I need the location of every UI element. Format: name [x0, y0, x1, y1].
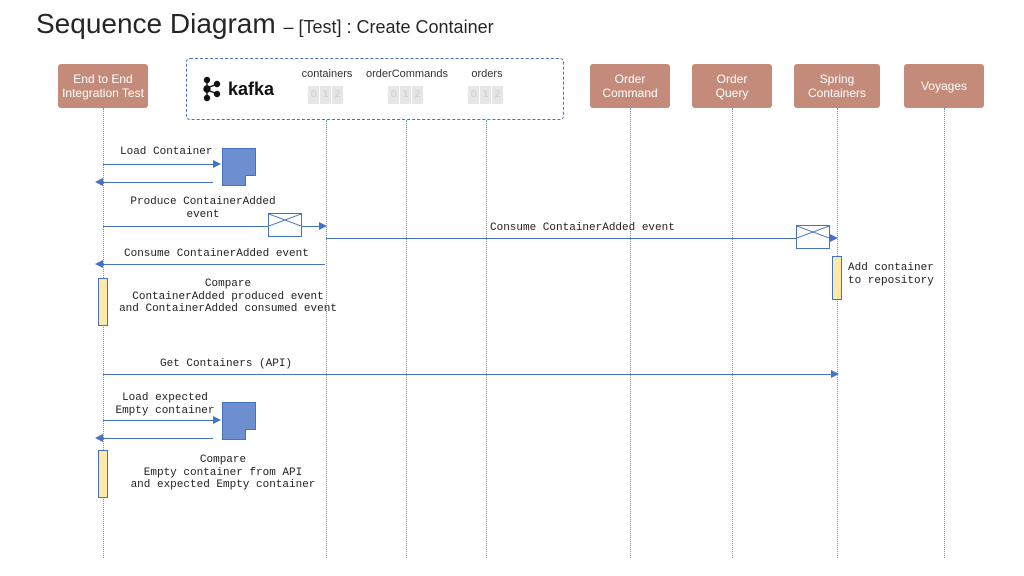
arrowhead-load-expected-out [213, 416, 221, 424]
diagram-title: Sequence Diagram – [Test] : Create Conta… [36, 8, 494, 40]
msg-compare-2: Compare Empty container from API and exp… [118, 454, 328, 492]
activation-e2e-compare1 [98, 278, 108, 326]
topic-ordercommands-label: orderCommands [362, 68, 452, 80]
arrowhead-load-container-out [213, 160, 221, 168]
title-sub: – [Test] : Create Container [283, 17, 493, 37]
arrow-load-container-out [103, 164, 213, 165]
kafka-icon [200, 76, 222, 102]
participant-e2e: End to End Integration Test [58, 64, 148, 108]
topic-containers-label: containers [297, 68, 357, 80]
envelope-icon-2 [796, 225, 830, 249]
document-icon-2 [222, 402, 256, 440]
arrowhead-load-container-return [95, 178, 103, 186]
lifeline-order-query [732, 108, 733, 558]
lifeline-topic-orders [486, 120, 487, 558]
participant-order-command: Order Command [590, 64, 670, 108]
lifeline-voyages [944, 108, 945, 558]
arrow-load-expected-out [103, 420, 213, 421]
msg-consume-right: Consume ContainerAdded event [490, 222, 675, 235]
arrow-consume-e2e [103, 264, 325, 265]
kafka-logo: kafka [200, 76, 274, 102]
title-main: Sequence Diagram [36, 8, 276, 39]
arrowhead-get-containers [831, 370, 839, 378]
envelope-icon [268, 213, 302, 237]
msg-load-container: Load Container [120, 146, 212, 159]
msg-compare-1: Compare ContainerAdded produced event an… [118, 278, 338, 316]
msg-load-expected: Load expected Empty container [110, 392, 220, 417]
msg-produce-containeradded: Produce ContainerAdded event [118, 196, 288, 221]
participant-voyages: Voyages [904, 64, 984, 108]
activation-e2e-compare2 [98, 450, 108, 498]
document-icon [222, 148, 256, 186]
topic-orders-label: orders [462, 68, 512, 80]
topic-orders-partitions: 012 [468, 86, 504, 104]
arrowhead-consume-e2e [95, 260, 103, 268]
arrow-consume-spring [326, 238, 832, 239]
arrow-load-expected-return [103, 438, 213, 439]
arrow-load-container-return [103, 182, 213, 183]
lifeline-topic-containers [326, 120, 327, 558]
arrow-get-containers [103, 374, 833, 375]
participant-spring-containers: Spring Containers [794, 64, 880, 108]
arrowhead-consume-spring [830, 234, 838, 242]
arrowhead-load-expected-return [95, 434, 103, 442]
lifeline-topic-ordercommands [406, 120, 407, 558]
lifeline-spring-containers [837, 108, 838, 558]
lifeline-order-command [630, 108, 631, 558]
msg-get-containers: Get Containers (API) [160, 358, 292, 371]
topic-ordercommands-partitions: 012 [388, 86, 424, 104]
kafka-label: kafka [228, 79, 274, 100]
topic-containers-partitions: 012 [308, 86, 344, 104]
participant-order-query: Order Query [692, 64, 772, 108]
activation-spring-add [832, 256, 842, 300]
msg-add-container: Add container to repository [848, 262, 934, 287]
arrowhead-produce-containeradded [319, 222, 327, 230]
msg-consume-left: Consume ContainerAdded event [124, 248, 309, 261]
